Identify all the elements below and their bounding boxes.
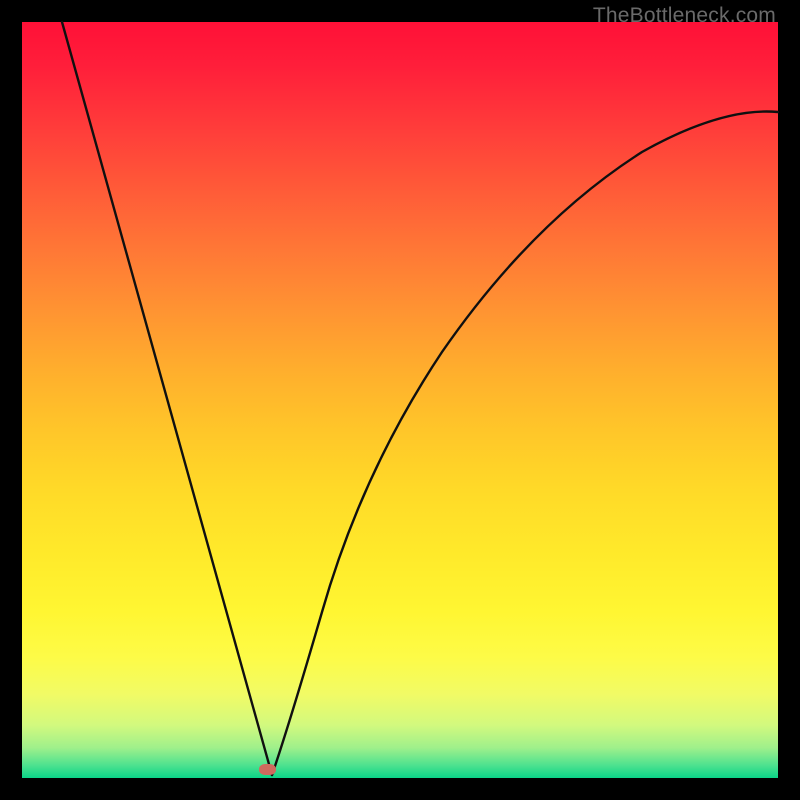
- curve-right-branch: [272, 112, 778, 776]
- watermark-text: TheBottleneck.com: [593, 4, 776, 28]
- curve-left-branch: [62, 22, 272, 775]
- min-point-marker: [259, 764, 276, 775]
- bottleneck-curve: [22, 22, 778, 778]
